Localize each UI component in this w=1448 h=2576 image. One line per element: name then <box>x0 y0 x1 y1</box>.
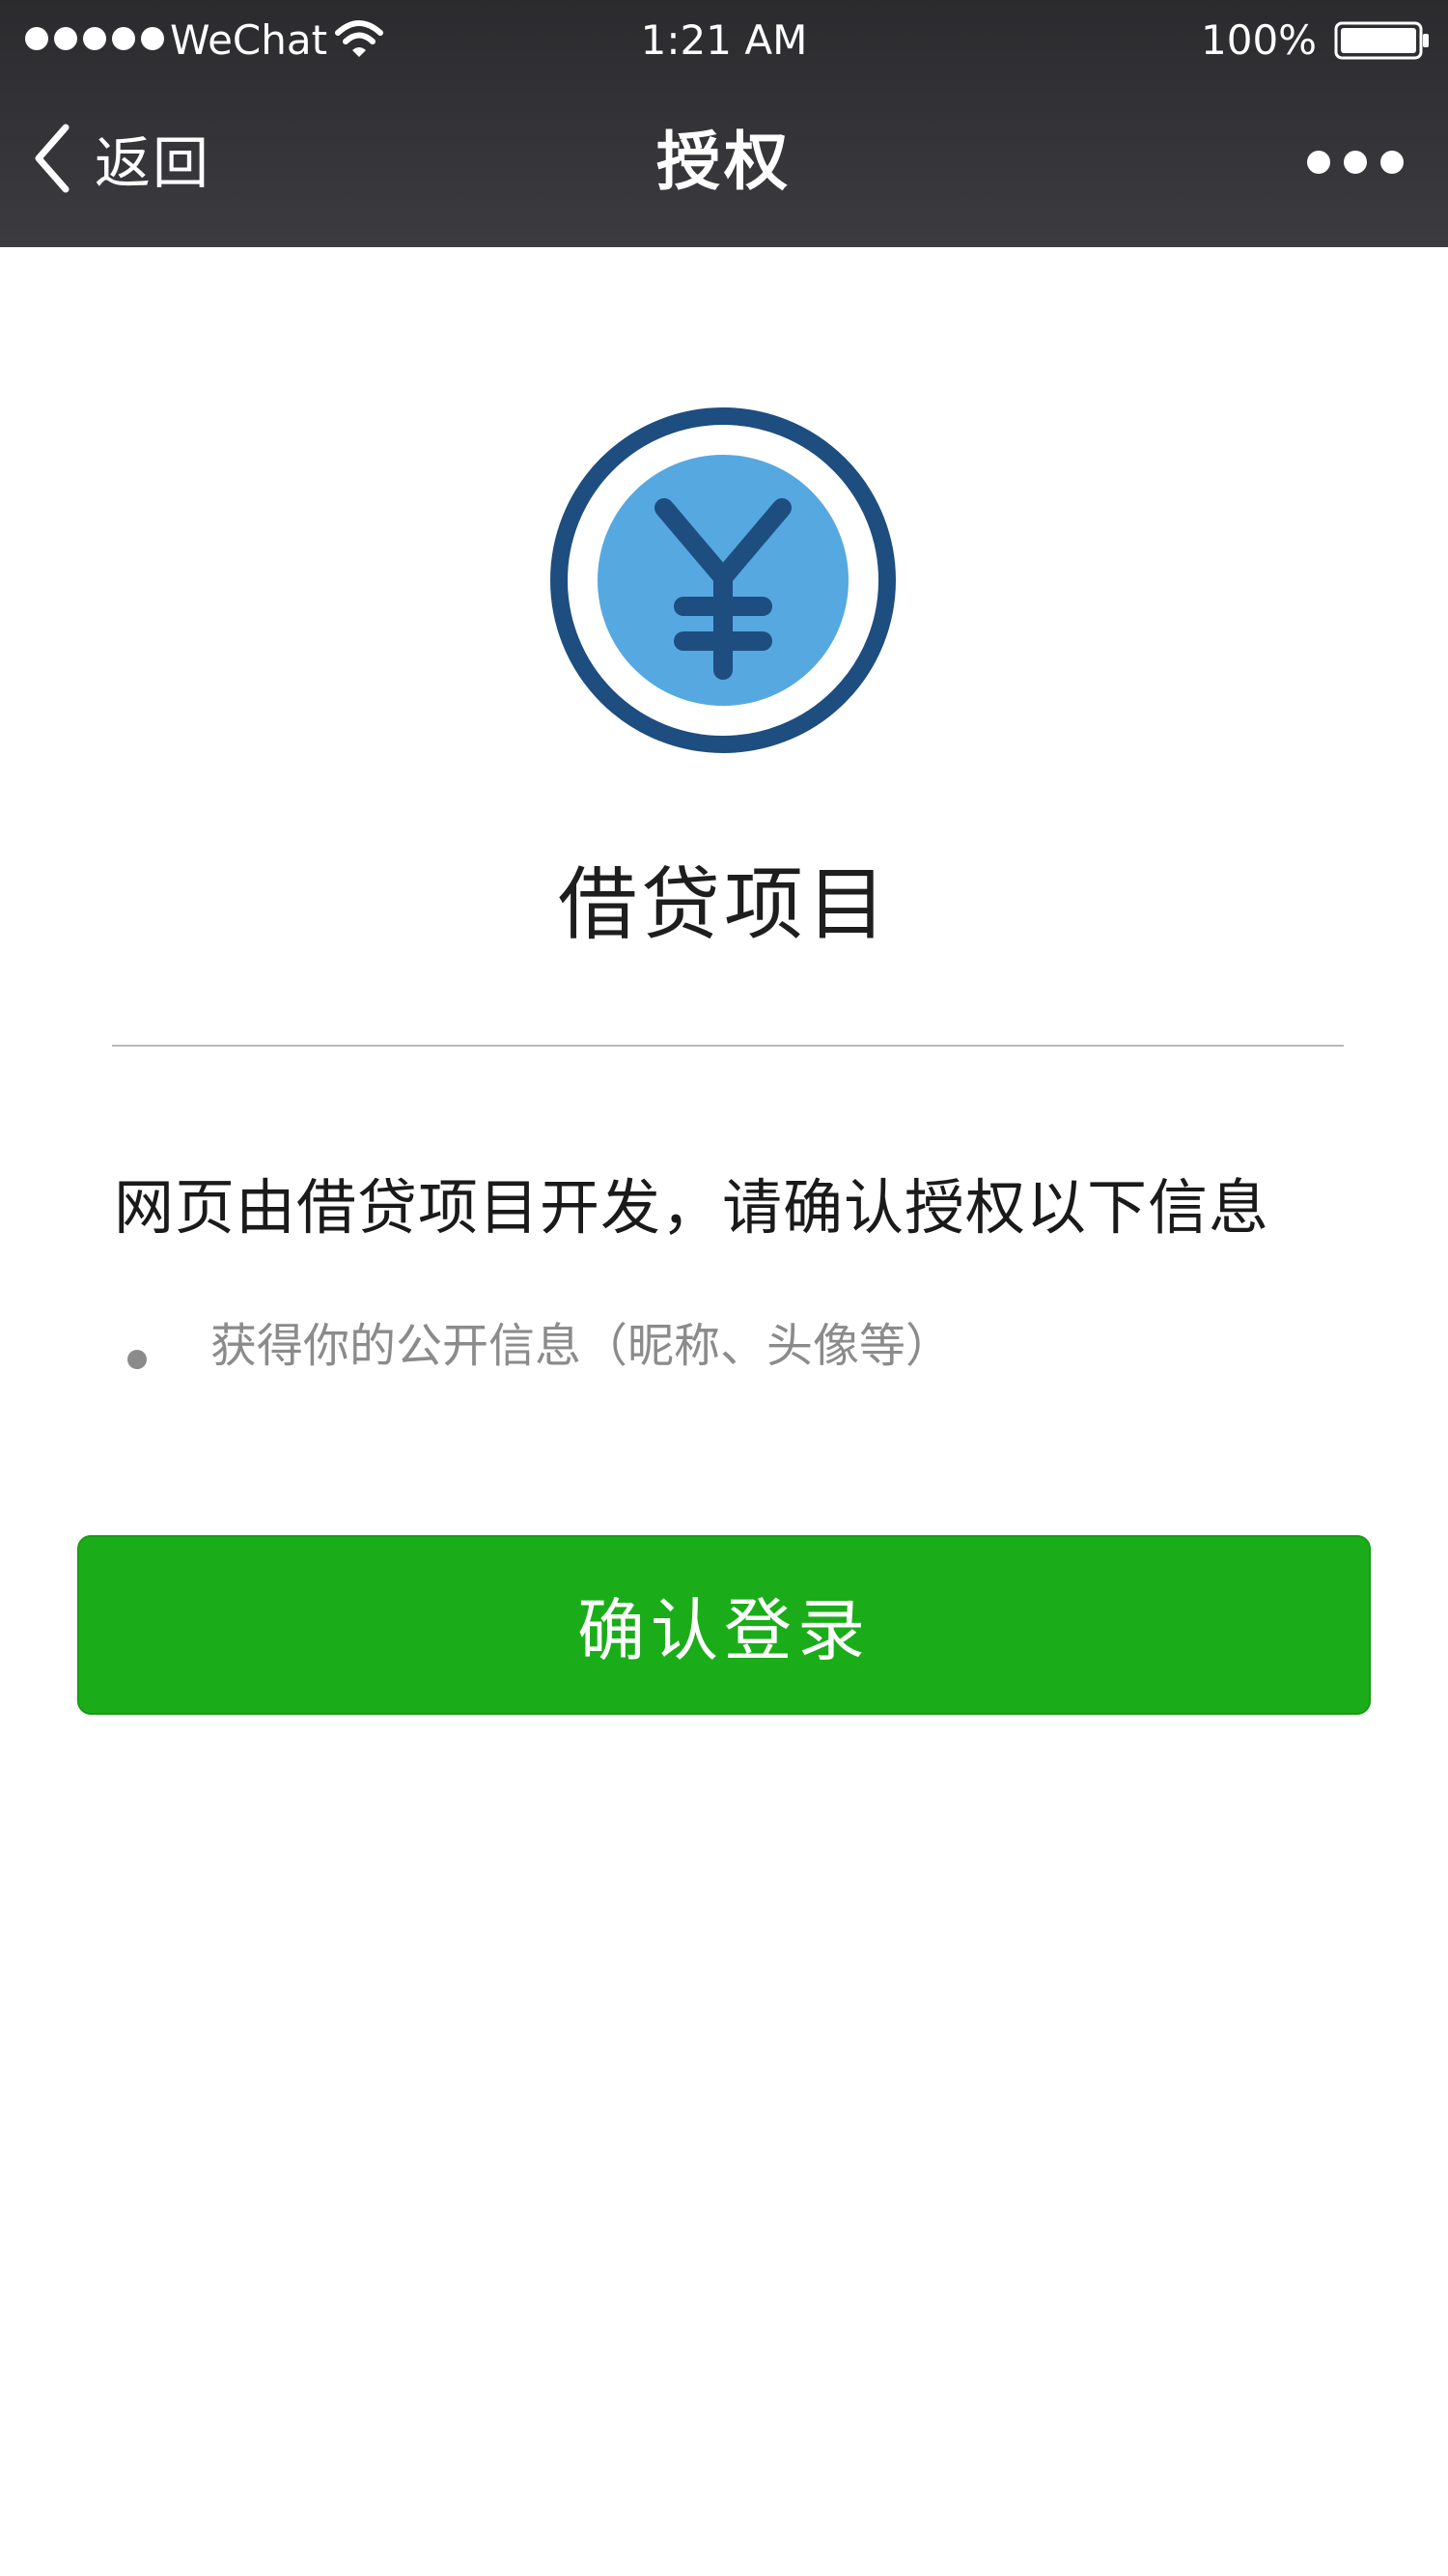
page-title: 授权 <box>656 125 792 199</box>
bullet-icon <box>127 1350 147 1369</box>
status-bar: WeChat 1:21 AM 100% <box>0 0 1448 81</box>
top-bar: WeChat 1:21 AM 100% 返回 授权 <box>0 0 1448 247</box>
battery-percent: 100% <box>1201 16 1318 64</box>
battery-icon <box>1334 21 1429 60</box>
yuan-coin-icon <box>550 407 896 753</box>
app-name: 借贷项目 <box>557 859 890 951</box>
confirm-login-button[interactable]: 确认登录 <box>77 1535 1371 1715</box>
auth-heading: 网页由借贷项目开发，请确认授权以下信息 <box>114 1172 1270 1243</box>
divider <box>112 1045 1344 1047</box>
nav-bar: 返回 授权 <box>0 81 1448 247</box>
permission-item: 获得你的公开信息（昵称、头像等） <box>210 1319 953 1373</box>
more-icon[interactable] <box>1307 151 1404 180</box>
